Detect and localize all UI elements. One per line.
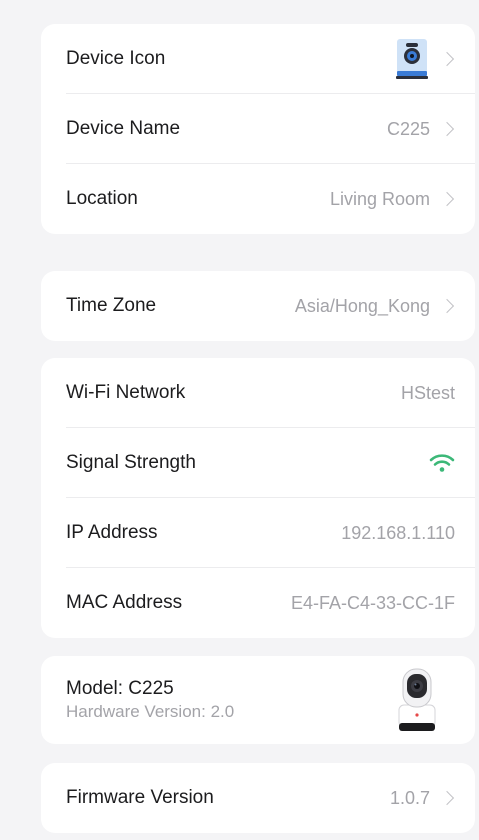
model-text: Model: C225 Hardware Version: 2.0 xyxy=(66,677,234,723)
firmware-card: Firmware Version 1.0.7 xyxy=(41,763,475,833)
network-card: Wi-Fi Network HStest Signal Strength IP … xyxy=(41,358,475,638)
device-name-row[interactable]: Device Name C225 xyxy=(41,94,475,164)
firmware-label: Firmware Version xyxy=(66,787,214,808)
timezone-value-wrap: Asia/Hong_Kong xyxy=(295,296,455,317)
device-name-value: C225 xyxy=(386,118,430,139)
mac-address-label: MAC Address xyxy=(66,592,183,613)
chevron-right-icon xyxy=(439,191,455,207)
device-name-value-wrap: C225 xyxy=(387,119,455,140)
device-icon-value xyxy=(394,37,455,81)
device-icon-row[interactable]: Device Icon xyxy=(41,24,475,94)
device-name-label: Device Name xyxy=(66,118,181,139)
chevron-right-icon xyxy=(439,51,455,67)
chevron-right-icon xyxy=(439,121,455,137)
signal-strength-row: Signal Strength xyxy=(41,428,475,498)
signal-strength-label: Signal Strength xyxy=(66,452,196,473)
signal-strength-value xyxy=(429,452,455,474)
firmware-value: 1.0.7 xyxy=(389,787,430,808)
firmware-value-wrap: 1.0.7 xyxy=(390,788,455,809)
device-icon-label: Device Icon xyxy=(66,48,166,69)
location-row[interactable]: Location Living Room xyxy=(41,164,475,234)
camera-product-image xyxy=(398,668,436,731)
timezone-label: Time Zone xyxy=(66,295,157,316)
camera-device-icon xyxy=(396,39,428,79)
firmware-row[interactable]: Firmware Version 1.0.7 xyxy=(41,763,475,833)
timezone-value: Asia/Hong_Kong xyxy=(294,295,430,316)
timezone-card: Time Zone Asia/Hong_Kong xyxy=(41,271,475,341)
location-value-wrap: Living Room xyxy=(330,189,455,210)
chevron-right-icon xyxy=(439,790,455,806)
wifi-network-label: Wi-Fi Network xyxy=(66,382,186,403)
model-row: Model: C225 Hardware Version: 2.0 xyxy=(41,656,475,744)
chevron-right-icon xyxy=(439,298,455,314)
hardware-version: Hardware Version: 2.0 xyxy=(66,702,235,721)
location-label: Location xyxy=(66,188,138,209)
ip-address-value: 192.168.1.110 xyxy=(341,522,455,543)
location-value: Living Room xyxy=(329,188,430,209)
mac-address-value: E4-FA-C4-33-CC-1F xyxy=(290,592,455,613)
model-card: Model: C225 Hardware Version: 2.0 xyxy=(41,656,475,744)
wifi-network-row: Wi-Fi Network HStest xyxy=(41,358,475,428)
ip-address-label: IP Address xyxy=(66,522,158,543)
model-title: Model: C225 xyxy=(66,678,174,699)
device-info-card: Device Icon Device Name C225 Location Li… xyxy=(41,24,475,234)
wifi-network-value: HStest xyxy=(400,382,455,403)
wifi-icon xyxy=(429,454,455,472)
device-settings-page: Device Icon Device Name C225 Location Li… xyxy=(0,0,479,840)
ip-address-row: IP Address 192.168.1.110 xyxy=(41,498,475,568)
timezone-row[interactable]: Time Zone Asia/Hong_Kong xyxy=(41,271,475,341)
mac-address-row: MAC Address E4-FA-C4-33-CC-1F xyxy=(41,568,475,638)
